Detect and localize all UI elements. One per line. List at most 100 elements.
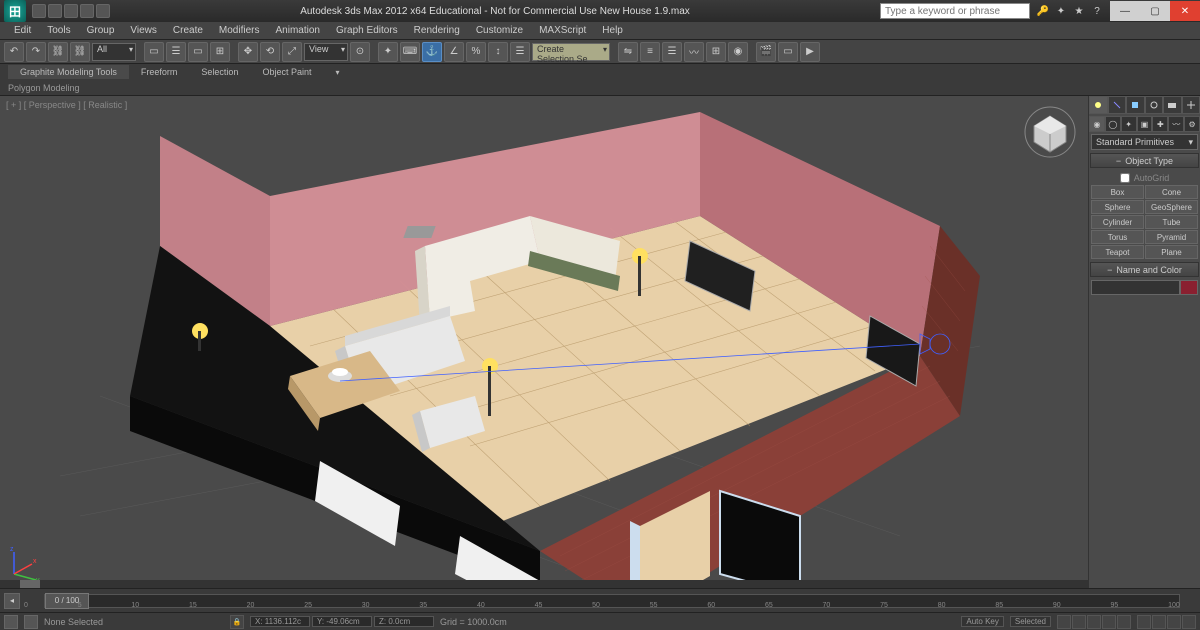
subtab-lights[interactable]: ✦ bbox=[1121, 116, 1137, 132]
select-by-name-button[interactable]: ☰ bbox=[166, 42, 186, 62]
percent-snap-button[interactable]: % bbox=[466, 42, 486, 62]
subtab-spacewarps[interactable]: 〰 bbox=[1168, 116, 1184, 132]
btn-cylinder[interactable]: Cylinder bbox=[1091, 215, 1144, 229]
prev-frame-icon[interactable] bbox=[1072, 615, 1086, 629]
cmd-tab-modify[interactable] bbox=[1108, 96, 1127, 114]
menu-group[interactable]: Group bbox=[79, 23, 123, 38]
curve-editor-button[interactable]: 〰 bbox=[684, 42, 704, 62]
btn-box[interactable]: Box bbox=[1091, 185, 1144, 199]
subtab-geometry[interactable]: ◉ bbox=[1089, 116, 1105, 132]
play-icon[interactable] bbox=[1087, 615, 1101, 629]
menu-rendering[interactable]: Rendering bbox=[406, 23, 468, 38]
coord-y[interactable]: Y: -49.06cm bbox=[312, 616, 372, 627]
help-search-input[interactable] bbox=[880, 3, 1030, 19]
pan-icon[interactable] bbox=[1137, 615, 1151, 629]
menu-modifiers[interactable]: Modifiers bbox=[211, 23, 268, 38]
select-object-button[interactable]: ▭ bbox=[144, 42, 164, 62]
subtab-cameras[interactable]: ▣ bbox=[1137, 116, 1153, 132]
btn-cone[interactable]: Cone bbox=[1145, 185, 1198, 199]
layers-button[interactable]: ☰ bbox=[662, 42, 682, 62]
next-frame-icon[interactable] bbox=[1102, 615, 1116, 629]
menu-tools[interactable]: Tools bbox=[39, 23, 78, 38]
subtab-helpers[interactable]: ✚ bbox=[1152, 116, 1168, 132]
material-editor-button[interactable]: ◉ bbox=[728, 42, 748, 62]
maximize-button[interactable]: ▢ bbox=[1140, 1, 1170, 21]
ribbon-expand-icon[interactable]: ▾ bbox=[323, 66, 351, 79]
rollout-object-type[interactable]: −Object Type bbox=[1090, 153, 1199, 168]
btn-plane[interactable]: Plane bbox=[1145, 245, 1198, 259]
rollout-name-color[interactable]: −Name and Color bbox=[1090, 262, 1199, 277]
cmd-tab-hierarchy[interactable] bbox=[1126, 96, 1145, 114]
qat-save-icon[interactable] bbox=[64, 4, 78, 18]
menu-grapheditors[interactable]: Graph Editors bbox=[328, 23, 406, 38]
selection-filter-dropdown[interactable]: All bbox=[92, 43, 136, 61]
menu-create[interactable]: Create bbox=[165, 23, 211, 38]
cmd-tab-create[interactable] bbox=[1089, 96, 1108, 114]
orbit-icon[interactable] bbox=[1167, 615, 1181, 629]
select-region-button[interactable]: ▭ bbox=[188, 42, 208, 62]
object-name-input[interactable] bbox=[1091, 280, 1180, 295]
menu-animation[interactable]: Animation bbox=[267, 23, 327, 38]
ribbon-panel-label[interactable]: Polygon Modeling bbox=[0, 80, 1200, 96]
selection-lock-icon[interactable]: 🔒 bbox=[230, 615, 244, 629]
menu-customize[interactable]: Customize bbox=[468, 23, 531, 38]
redo-button[interactable]: ↷ bbox=[26, 42, 46, 62]
scale-button[interactable]: ⤢ bbox=[282, 42, 302, 62]
btn-torus[interactable]: Torus bbox=[1091, 230, 1144, 244]
edit-named-selection-button[interactable]: ☰ bbox=[510, 42, 530, 62]
btn-geosphere[interactable]: GeoSphere bbox=[1145, 200, 1198, 214]
autogrid-checkbox[interactable] bbox=[1120, 173, 1130, 183]
qat-undo-icon[interactable] bbox=[80, 4, 94, 18]
coord-z[interactable]: Z: 0.0cm bbox=[374, 616, 434, 627]
help-icon[interactable]: ? bbox=[1090, 4, 1104, 18]
use-center-button[interactable]: ⊙ bbox=[350, 42, 370, 62]
menu-help[interactable]: Help bbox=[594, 23, 631, 38]
link-button[interactable]: ⛓ bbox=[48, 42, 68, 62]
ref-coord-dropdown[interactable]: View bbox=[304, 43, 348, 61]
cmd-tab-utilities[interactable] bbox=[1182, 96, 1200, 114]
ribbon-tab-freeform[interactable]: Freeform bbox=[129, 65, 190, 79]
angle-snap-button[interactable]: ∠ bbox=[444, 42, 464, 62]
btn-sphere[interactable]: Sphere bbox=[1091, 200, 1144, 214]
undo-button[interactable]: ↶ bbox=[4, 42, 24, 62]
ribbon-tab-objectpaint[interactable]: Object Paint bbox=[250, 65, 323, 79]
menu-edit[interactable]: Edit bbox=[6, 23, 39, 38]
qat-new-icon[interactable] bbox=[32, 4, 46, 18]
close-button[interactable]: ✕ bbox=[1170, 1, 1200, 21]
viewcube[interactable] bbox=[1024, 106, 1076, 158]
btn-teapot[interactable]: Teapot bbox=[1091, 245, 1144, 259]
named-selection-dropdown[interactable]: Create Selection Se bbox=[532, 43, 610, 61]
timeline-prev-icon[interactable]: ◂ bbox=[4, 593, 20, 609]
lock-selection-icon[interactable] bbox=[24, 615, 38, 629]
btn-tube[interactable]: Tube bbox=[1145, 215, 1198, 229]
cmd-tab-motion[interactable] bbox=[1145, 96, 1164, 114]
subtab-systems[interactable]: ⚙ bbox=[1184, 116, 1200, 132]
window-crossing-button[interactable]: ⊞ bbox=[210, 42, 230, 62]
exchange-icon[interactable]: ✦ bbox=[1054, 4, 1068, 18]
subscription-icon[interactable]: 🔑 bbox=[1036, 4, 1050, 18]
keyboard-shortcut-button[interactable]: ⌨ bbox=[400, 42, 420, 62]
btn-pyramid[interactable]: Pyramid bbox=[1145, 230, 1198, 244]
ribbon-tab-graphite[interactable]: Graphite Modeling Tools bbox=[8, 65, 129, 79]
viewport-label[interactable]: [ + ] [ Perspective ] [ Realistic ] bbox=[6, 100, 127, 110]
cmd-tab-display[interactable] bbox=[1163, 96, 1182, 114]
render-button[interactable]: ▶ bbox=[800, 42, 820, 62]
maximize-viewport-icon[interactable] bbox=[1182, 615, 1196, 629]
mirror-button[interactable]: ⇋ bbox=[618, 42, 638, 62]
schematic-view-button[interactable]: ⊞ bbox=[706, 42, 726, 62]
menu-views[interactable]: Views bbox=[122, 23, 165, 38]
subtab-shapes[interactable]: ◯ bbox=[1105, 116, 1121, 132]
autokey-button[interactable]: Auto Key bbox=[961, 616, 1003, 627]
menu-maxscript[interactable]: MAXScript bbox=[531, 23, 594, 38]
app-menu-button[interactable]: ⽥ bbox=[4, 0, 26, 22]
viewport[interactable]: [ + ] [ Perspective ] [ Realistic ] bbox=[0, 96, 1088, 588]
unlink-button[interactable]: ⛓ bbox=[70, 42, 90, 62]
favorite-icon[interactable]: ★ bbox=[1072, 4, 1086, 18]
align-button[interactable]: ≡ bbox=[640, 42, 660, 62]
spinner-snap-button[interactable]: ↕ bbox=[488, 42, 508, 62]
render-setup-button[interactable]: 🎬 bbox=[756, 42, 776, 62]
snap-toggle-button[interactable]: ⚓ bbox=[422, 42, 442, 62]
object-color-swatch[interactable] bbox=[1180, 280, 1198, 295]
maxscript-listener-icon[interactable] bbox=[4, 615, 18, 629]
qat-redo-icon[interactable] bbox=[96, 4, 110, 18]
